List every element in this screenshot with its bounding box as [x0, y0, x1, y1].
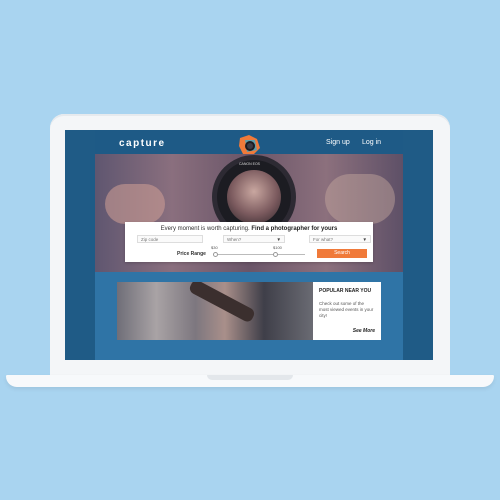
- popular-title: POPULAR NEAR YOU: [319, 288, 372, 294]
- website: capture Sign up Log in CANON EOS Every m…: [95, 130, 403, 360]
- signup-link[interactable]: Sign up: [326, 139, 350, 146]
- hero-blur-shape: [325, 174, 395, 224]
- price-range-label: Price Range: [177, 251, 206, 257]
- popular-card: POPULAR NEAR YOU Check out some of the m…: [313, 282, 381, 340]
- popular-event-photo[interactable]: [117, 282, 313, 340]
- guitar-graphic: [187, 282, 257, 324]
- hero-lens-photo: [227, 170, 281, 224]
- laptop-notch: [207, 375, 293, 380]
- camera-logo-icon[interactable]: [237, 134, 263, 156]
- price-max-value: $100: [273, 245, 282, 250]
- search-tagline: Every moment is worth capturing. Find a …: [125, 226, 373, 232]
- search-button[interactable]: Search: [317, 249, 367, 258]
- chevron-down-icon: ▼: [276, 237, 281, 242]
- price-max-handle[interactable]: [273, 252, 278, 257]
- site-logo[interactable]: capture: [119, 138, 166, 149]
- zip-code-input[interactable]: Zip code: [137, 235, 203, 243]
- tagline-bold: Find a photographer for yours: [251, 226, 338, 232]
- what-placeholder: For what?: [313, 237, 334, 242]
- chevron-down-icon: ▼: [362, 237, 367, 242]
- lens-label: CANON EOS: [239, 162, 261, 166]
- zip-placeholder: Zip code: [141, 237, 159, 242]
- popular-description: Check out some of the most viewed events…: [319, 301, 374, 318]
- price-min-handle[interactable]: [213, 252, 218, 257]
- laptop-screen: capture Sign up Log in CANON EOS Every m…: [65, 130, 433, 360]
- popular-section: POPULAR NEAR YOU Check out some of the m…: [95, 272, 403, 360]
- what-select[interactable]: For what? ▼: [309, 235, 371, 243]
- search-panel: Every moment is worth capturing. Find a …: [125, 222, 373, 262]
- login-link[interactable]: Log in: [362, 139, 381, 146]
- top-nav: capture Sign up Log in: [95, 130, 403, 156]
- when-placeholder: When?: [227, 237, 242, 242]
- hero-banner: CANON EOS Every moment is worth capturin…: [95, 154, 403, 272]
- when-select[interactable]: When? ▼: [223, 235, 285, 243]
- tagline-prefix: Every moment is worth capturing.: [160, 226, 250, 232]
- price-min-value: $30: [211, 245, 218, 250]
- price-range-slider[interactable]: $30 $100: [211, 245, 305, 257]
- hero-blur-shape: [105, 184, 165, 224]
- see-more-link[interactable]: See More: [353, 328, 375, 334]
